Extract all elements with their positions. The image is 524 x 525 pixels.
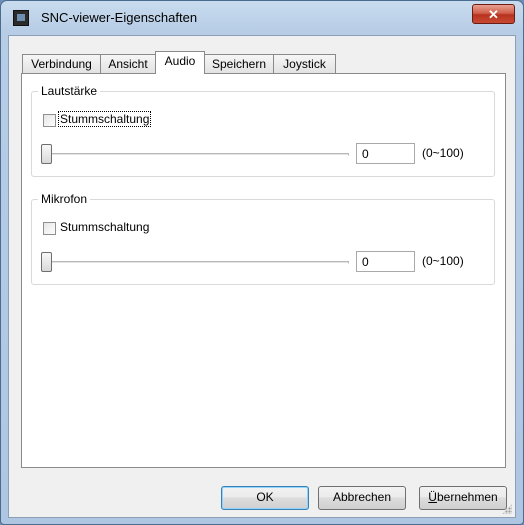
close-icon: ✕	[488, 7, 499, 22]
microphone-range-label: (0~100)	[422, 254, 464, 268]
microphone-slider-thumb[interactable]	[41, 252, 52, 272]
apply-label: bernehmen	[436, 490, 498, 504]
volume-range-label: (0~100)	[422, 146, 464, 160]
ok-button[interactable]: OK	[221, 486, 309, 510]
volume-slider-thumb[interactable]	[41, 144, 52, 164]
microphone-value-input[interactable]	[356, 251, 415, 272]
volume-mute-checkbox[interactable]	[43, 114, 56, 127]
tab-audio[interactable]: Audio	[155, 51, 205, 74]
apply-mnemonic: Ü	[428, 490, 437, 504]
tab-joystick[interactable]: Joystick	[273, 54, 336, 73]
cancel-button[interactable]: Abbrechen	[318, 486, 406, 510]
apply-button[interactable]: Übernehmen	[419, 486, 507, 510]
volume-mute-label[interactable]: Stummschaltung	[57, 111, 152, 127]
properties-dialog: SNC-viewer-Eigenschaften ✕ Verbindung An…	[0, 0, 524, 525]
volume-slider-track[interactable]	[46, 153, 349, 156]
volume-group-title: Lautstärke	[38, 84, 101, 98]
microphone-slider-track[interactable]	[46, 261, 349, 264]
tab-verbindung[interactable]: Verbindung	[22, 54, 101, 73]
dialog-client-area: Verbindung Ansicht Audio Speichern Joyst…	[8, 35, 516, 518]
audio-tab-page: Lautstärke Stummschaltung (0~100) Mikrof…	[21, 73, 506, 468]
title-bar[interactable]: SNC-viewer-Eigenschaften ✕	[1, 1, 523, 35]
microphone-mute-label[interactable]: Stummschaltung	[59, 220, 150, 234]
tab-speichern[interactable]: Speichern	[204, 54, 274, 73]
volume-value-input[interactable]	[356, 143, 415, 164]
microphone-mute-checkbox[interactable]	[43, 222, 56, 235]
close-button[interactable]: ✕	[472, 4, 515, 24]
microphone-group: Mikrofon Stummschaltung (0~100)	[31, 192, 495, 285]
microphone-group-title: Mikrofon	[38, 192, 91, 206]
volume-group: Lautstärke Stummschaltung (0~100)	[31, 84, 495, 177]
tab-ansicht[interactable]: Ansicht	[100, 54, 156, 73]
window-title: SNC-viewer-Eigenschaften	[41, 10, 198, 25]
app-icon	[13, 10, 29, 26]
